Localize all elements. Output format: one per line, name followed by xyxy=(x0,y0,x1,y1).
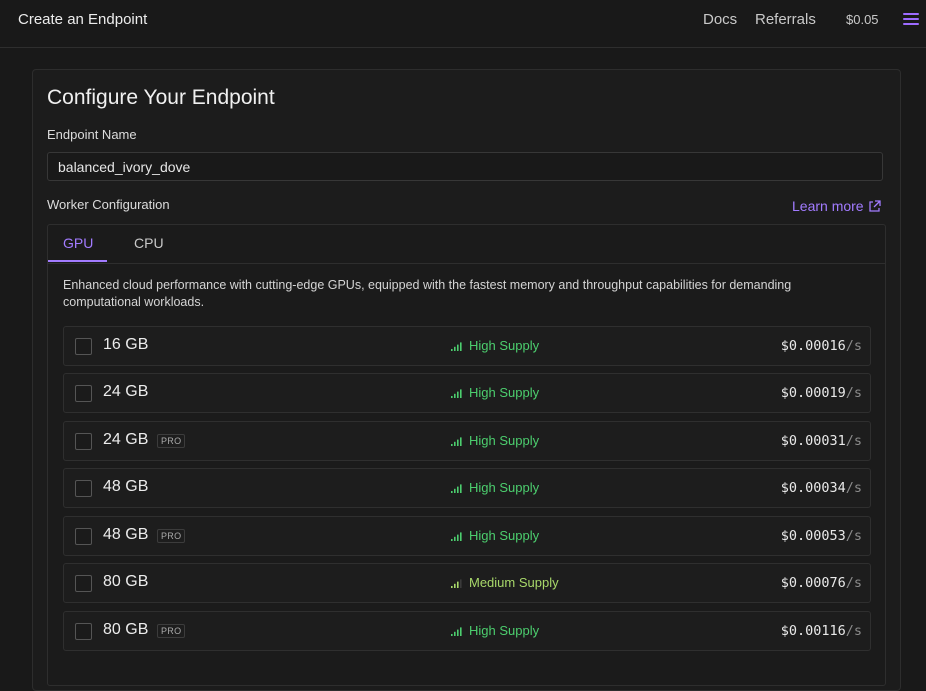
top-bar: Create an Endpoint Docs Referrals $0.05 xyxy=(0,0,926,48)
gpu-memory: 16 GB xyxy=(103,336,149,353)
page-title: Create an Endpoint xyxy=(18,11,148,28)
gpu-price: $0.00076/s xyxy=(781,575,862,591)
gpu-checkbox[interactable] xyxy=(75,480,92,497)
gpu-checkbox[interactable] xyxy=(75,433,92,450)
supply-status: High Supply xyxy=(451,385,539,400)
gpu-memory: 24 GB xyxy=(103,431,149,448)
supply-status: High Supply xyxy=(451,480,539,495)
gpu-price: $0.00034/s xyxy=(781,480,862,496)
endpoint-name-input[interactable] xyxy=(47,152,883,181)
gpu-price: $0.00016/s xyxy=(781,338,862,354)
learn-more-link[interactable]: Learn more xyxy=(792,198,881,214)
gpu-description: Enhanced cloud performance with cutting-… xyxy=(63,278,792,309)
supply-status: High Supply xyxy=(451,338,539,353)
signal-bars-icon xyxy=(451,626,462,636)
gpu-price: $0.00053/s xyxy=(781,528,862,544)
pro-badge: PRO xyxy=(157,434,186,448)
supply-status: Medium Supply xyxy=(451,575,559,590)
price-value: $0.00116 xyxy=(780,623,846,639)
price-value: $0.00076 xyxy=(780,575,846,591)
gpu-memory: 80 GB xyxy=(103,573,149,590)
price-unit: /s xyxy=(845,385,862,401)
external-link-icon xyxy=(868,199,881,212)
endpoint-name-label: Endpoint Name xyxy=(47,127,137,142)
gpu-option-row[interactable]: 24 GB High Supply $0.00019/s xyxy=(63,373,871,413)
price-unit: /s xyxy=(845,433,862,449)
pro-badge: PRO xyxy=(157,529,186,543)
signal-bars-icon xyxy=(451,388,462,398)
supply-status: High Supply xyxy=(451,623,539,638)
gpu-option-row[interactable]: 80 GB PRO High Supply $0.00116/s xyxy=(63,611,871,651)
worker-tabs-panel: GPU CPU Enhanced cloud performance with … xyxy=(47,224,886,686)
gpu-option-row[interactable]: 16 GB High Supply $0.00016/s xyxy=(63,326,871,366)
price-value: $0.00053 xyxy=(780,528,846,544)
credit-balance[interactable]: $0.05 xyxy=(846,12,879,27)
signal-bars-icon xyxy=(451,483,462,493)
gpu-option-row[interactable]: 48 GB High Supply $0.00034/s xyxy=(63,468,871,508)
price-unit: /s xyxy=(845,338,862,354)
gpu-checkbox[interactable] xyxy=(75,575,92,592)
supply-label: High Supply xyxy=(469,433,540,448)
nav-referrals-link[interactable]: Referrals xyxy=(755,11,816,28)
supply-label: Medium Supply xyxy=(469,575,559,590)
active-tab-indicator xyxy=(48,260,107,262)
supply-label: High Supply xyxy=(469,528,540,543)
supply-status: High Supply xyxy=(451,528,539,543)
price-value: $0.00016 xyxy=(780,338,846,354)
nav-docs-link[interactable]: Docs xyxy=(703,11,737,28)
gpu-option-row[interactable]: 80 GB Medium Supply $0.00076/s xyxy=(63,563,871,603)
signal-bars-icon xyxy=(451,436,462,446)
gpu-checkbox[interactable] xyxy=(75,385,92,402)
price-value: $0.00019 xyxy=(780,385,846,401)
supply-label: High Supply xyxy=(469,623,540,638)
gpu-option-row[interactable]: 24 GB PRO High Supply $0.00031/s xyxy=(63,421,871,461)
worker-config-label: Worker Configuration xyxy=(47,197,170,212)
signal-bars-icon xyxy=(451,531,462,541)
gpu-memory: 80 GB xyxy=(103,621,149,638)
gpu-memory: 48 GB xyxy=(103,478,149,495)
gpu-memory: 24 GB xyxy=(103,383,149,400)
tab-gpu[interactable]: GPU xyxy=(63,235,93,251)
price-value: $0.00034 xyxy=(780,480,846,496)
gpu-checkbox[interactable] xyxy=(75,623,92,640)
configure-endpoint-card: Configure Your Endpoint Endpoint Name Wo… xyxy=(32,69,901,691)
tab-cpu[interactable]: CPU xyxy=(134,235,164,251)
hamburger-menu-icon[interactable] xyxy=(903,13,919,27)
price-value: $0.00031 xyxy=(780,433,846,449)
gpu-memory: 48 GB xyxy=(103,526,149,543)
gpu-option-row[interactable]: 48 GB PRO High Supply $0.00053/s xyxy=(63,516,871,556)
price-unit: /s xyxy=(845,480,862,496)
signal-bars-icon xyxy=(451,578,462,588)
gpu-price: $0.00019/s xyxy=(781,385,862,401)
supply-status: High Supply xyxy=(451,433,539,448)
price-unit: /s xyxy=(845,575,862,591)
pro-badge: PRO xyxy=(157,624,186,638)
supply-label: High Supply xyxy=(469,480,540,495)
price-unit: /s xyxy=(845,623,862,639)
gpu-price: $0.00031/s xyxy=(781,433,862,449)
supply-label: High Supply xyxy=(469,385,540,400)
tab-bar: GPU CPU xyxy=(48,225,885,264)
price-unit: /s xyxy=(845,528,862,544)
supply-label: High Supply xyxy=(469,338,540,353)
gpu-checkbox[interactable] xyxy=(75,338,92,355)
learn-more-label: Learn more xyxy=(792,198,864,214)
gpu-checkbox[interactable] xyxy=(75,528,92,545)
signal-bars-icon xyxy=(451,341,462,351)
gpu-price: $0.00116/s xyxy=(781,623,862,639)
card-heading: Configure Your Endpoint xyxy=(47,86,275,109)
